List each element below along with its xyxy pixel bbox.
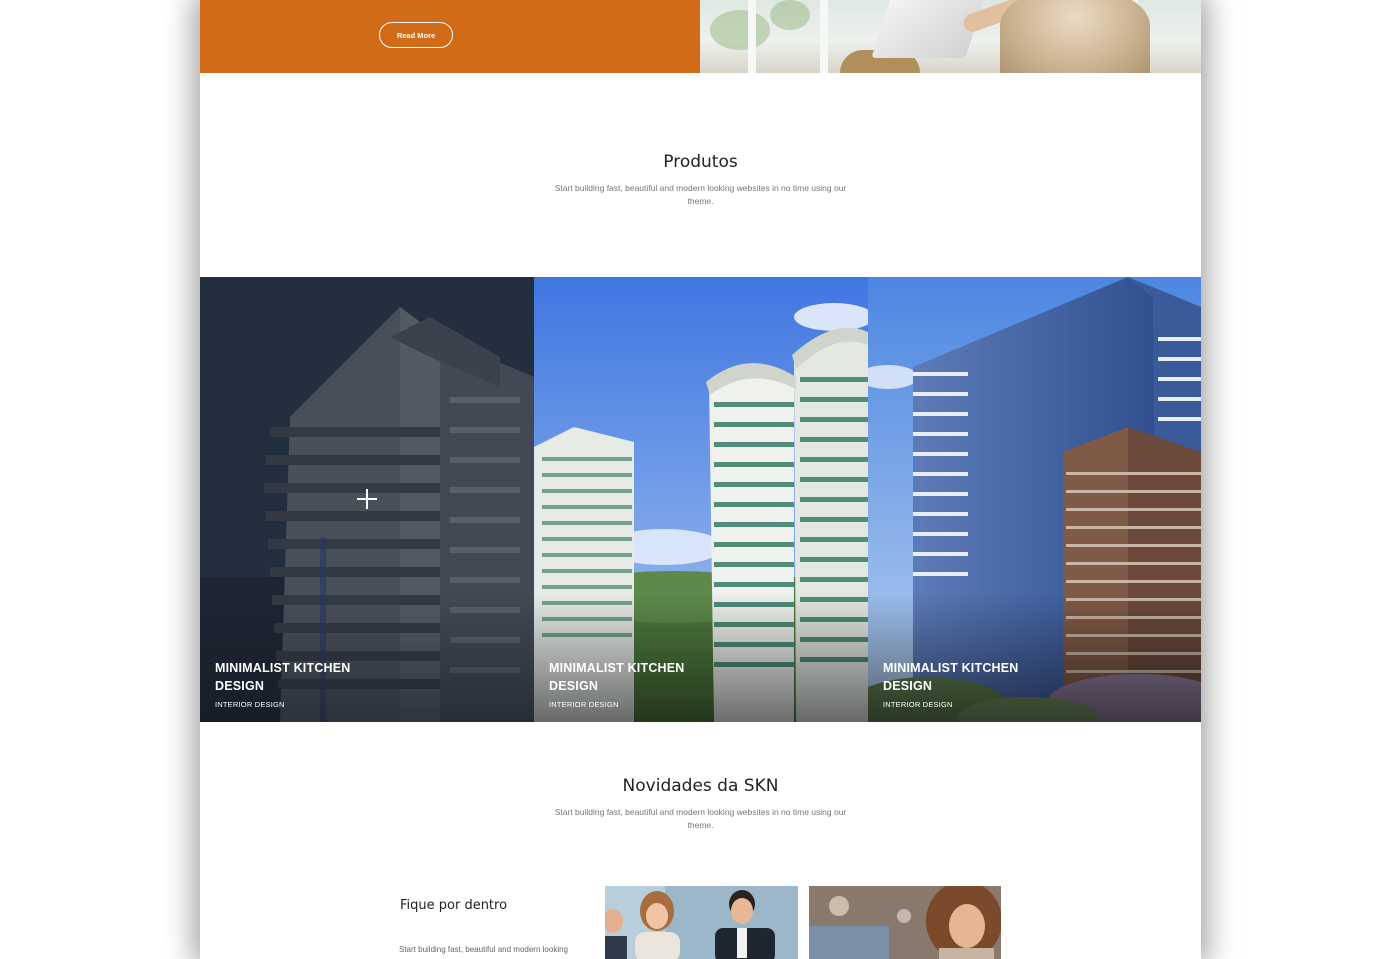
page-container: Read More Produtos Start building fast, …: [200, 0, 1201, 959]
product-title[interactable]: MINIMALIST KITCHEN DESIGN: [215, 659, 385, 695]
products-title: Produtos: [663, 152, 738, 172]
product-title[interactable]: MINIMALIST KITCHEN DESIGN: [549, 659, 719, 695]
news-title: Novidades da SKN: [622, 776, 779, 796]
hero-image: [700, 0, 1201, 73]
products-subtitle: Start building fast, beautiful and moder…: [554, 183, 847, 206]
news-subtitle: Start building fast, beautiful and moder…: [554, 807, 847, 830]
hero-text-panel: Read More: [200, 0, 700, 73]
hero-section: Read More: [200, 0, 1201, 73]
product-card-3[interactable]: MINIMALIST KITCHEN DESIGN INTERIOR DESIG…: [868, 277, 1201, 722]
product-title[interactable]: MINIMALIST KITCHEN DESIGN: [883, 659, 1053, 695]
read-more-button[interactable]: Read More: [379, 22, 453, 48]
product-card-2[interactable]: MINIMALIST KITCHEN DESIGN INTERIOR DESIG…: [534, 277, 868, 722]
news-image-2[interactable]: [809, 886, 1001, 959]
product-category: INTERIOR DESIGN: [549, 700, 619, 709]
products-grid: MINIMALIST KITCHEN DESIGN INTERIOR DESIG…: [200, 277, 1201, 722]
product-category: INTERIOR DESIGN: [883, 700, 953, 709]
product-card-1[interactable]: MINIMALIST KITCHEN DESIGN INTERIOR DESIG…: [200, 277, 534, 722]
news-block-text: Start building fast, beautiful and moder…: [399, 945, 568, 954]
plus-icon[interactable]: [357, 489, 377, 509]
news-image-1[interactable]: [605, 886, 798, 959]
product-category: INTERIOR DESIGN: [215, 700, 285, 709]
news-block-title: Fique por dentro: [400, 898, 508, 913]
